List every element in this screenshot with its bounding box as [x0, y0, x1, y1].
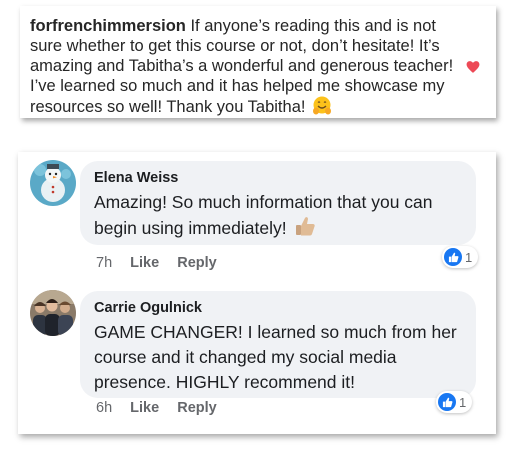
reaction-count: 1: [459, 394, 467, 410]
reaction-badge[interactable]: 1: [436, 391, 473, 413]
comment-bubble: Elena Weiss Amazing! So much information…: [80, 161, 476, 245]
avatar[interactable]: [30, 160, 76, 206]
comment-bubble: Carrie Ogulnick GAME CHANGER! I learned …: [80, 291, 476, 398]
like-button[interactable]: Like: [130, 400, 159, 416]
comment-text-row: Amazing! So much information that you ca…: [94, 190, 462, 241]
like-button[interactable]: Like: [130, 255, 159, 271]
comment-text: GAME CHANGER! I learned so much from her…: [94, 322, 457, 392]
instagram-username[interactable]: forfrenchimmersion: [30, 17, 186, 35]
instagram-comment-body: forfrenchimmersion If anyone’s reading t…: [30, 16, 460, 117]
hugging-face-emoji: [313, 96, 332, 115]
heart-icon[interactable]: [466, 60, 480, 74]
avatar-image: [30, 290, 76, 336]
comment-timestamp[interactable]: 6h: [96, 400, 112, 416]
avatar-image: [30, 160, 76, 206]
comment-text: Amazing! So much information that you ca…: [94, 192, 433, 238]
reply-button[interactable]: Reply: [177, 255, 217, 271]
reaction-count: 1: [465, 249, 473, 265]
like-reaction-icon: [444, 248, 462, 266]
comment-author[interactable]: Elena Weiss: [94, 170, 462, 186]
comment-author[interactable]: Carrie Ogulnick: [94, 300, 462, 316]
reply-button[interactable]: Reply: [177, 400, 217, 416]
thumbs-up-emoji: [296, 217, 316, 236]
facebook-comments-card: Elena Weiss Amazing! So much information…: [18, 152, 496, 434]
comment-actions: 7h Like Reply: [96, 255, 231, 271]
instagram-comment-card: forfrenchimmersion If anyone’s reading t…: [20, 6, 496, 118]
testimonials-screenshot: forfrenchimmersion If anyone’s reading t…: [0, 0, 508, 449]
reaction-badge[interactable]: 1: [442, 246, 479, 268]
avatar[interactable]: [30, 290, 76, 336]
comment-timestamp[interactable]: 7h: [96, 255, 112, 271]
comment-actions: 6h Like Reply: [96, 400, 231, 416]
like-reaction-icon: [438, 393, 456, 411]
